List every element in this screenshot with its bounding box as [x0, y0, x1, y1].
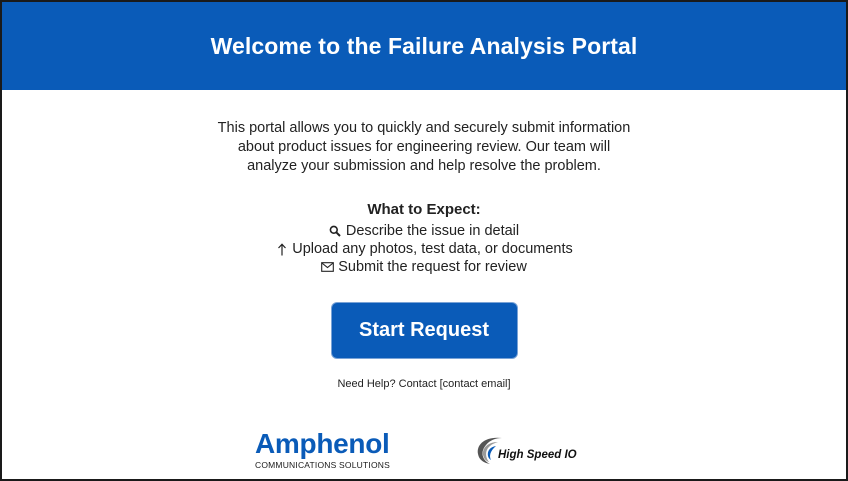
logo-strip: Amphenol COMMUNICATIONS SOLUTIONS High S…	[2, 429, 846, 479]
expect-list: Describe the issue in detail Upload any …	[2, 222, 846, 276]
header-banner: Welcome to the Failure Analysis Portal	[2, 2, 846, 90]
intro-line: This portal allows you to quickly and se…	[217, 120, 631, 136]
expect-item-describe: Describe the issue in detail	[2, 222, 846, 240]
intro-paragraph: This portal allows you to quickly and se…	[204, 119, 644, 176]
start-request-button[interactable]: Start Request	[331, 303, 517, 358]
intro-line: about product issues for engineering rev…	[237, 139, 611, 155]
envelope-icon	[321, 261, 335, 274]
page-title: Welcome to the Failure Analysis Portal	[210, 32, 638, 59]
expect-item-upload: Upload any photos, test data, or documen…	[2, 240, 846, 258]
expect-item-text: Describe the issue in detail	[345, 223, 520, 239]
intro-line: analyze your submission and help resolve…	[247, 158, 601, 174]
help-text: Need Help? Contact [contact email]	[2, 378, 846, 390]
upload-arrow-icon	[275, 242, 288, 256]
main-content: This portal allows you to quickly and se…	[2, 119, 846, 390]
portal-frame: Welcome to the Failure Analysis Portal T…	[0, 0, 848, 481]
high-speed-io-logo-text: High Speed IO	[498, 449, 577, 461]
expect-item-text: Upload any photos, test data, or documen…	[292, 241, 573, 257]
search-icon	[329, 225, 342, 238]
expect-item-text: Submit the request for review	[338, 259, 527, 275]
amphenol-logo-subtitle: COMMUNICATIONS SOLUTIONS	[255, 460, 390, 470]
help-prefix: Need Help? Contact	[337, 378, 440, 390]
what-to-expect-heading: What to Expect:	[367, 201, 481, 218]
amphenol-logo-name: Amphenol	[255, 428, 390, 459]
amphenol-logo: Amphenol COMMUNICATIONS SOLUTIONS	[255, 428, 390, 471]
high-speed-io-logo: High Speed IO	[474, 434, 577, 466]
contact-email-link[interactable]: [contact email]	[440, 378, 511, 390]
expect-item-submit: Submit the request for review	[2, 258, 846, 276]
